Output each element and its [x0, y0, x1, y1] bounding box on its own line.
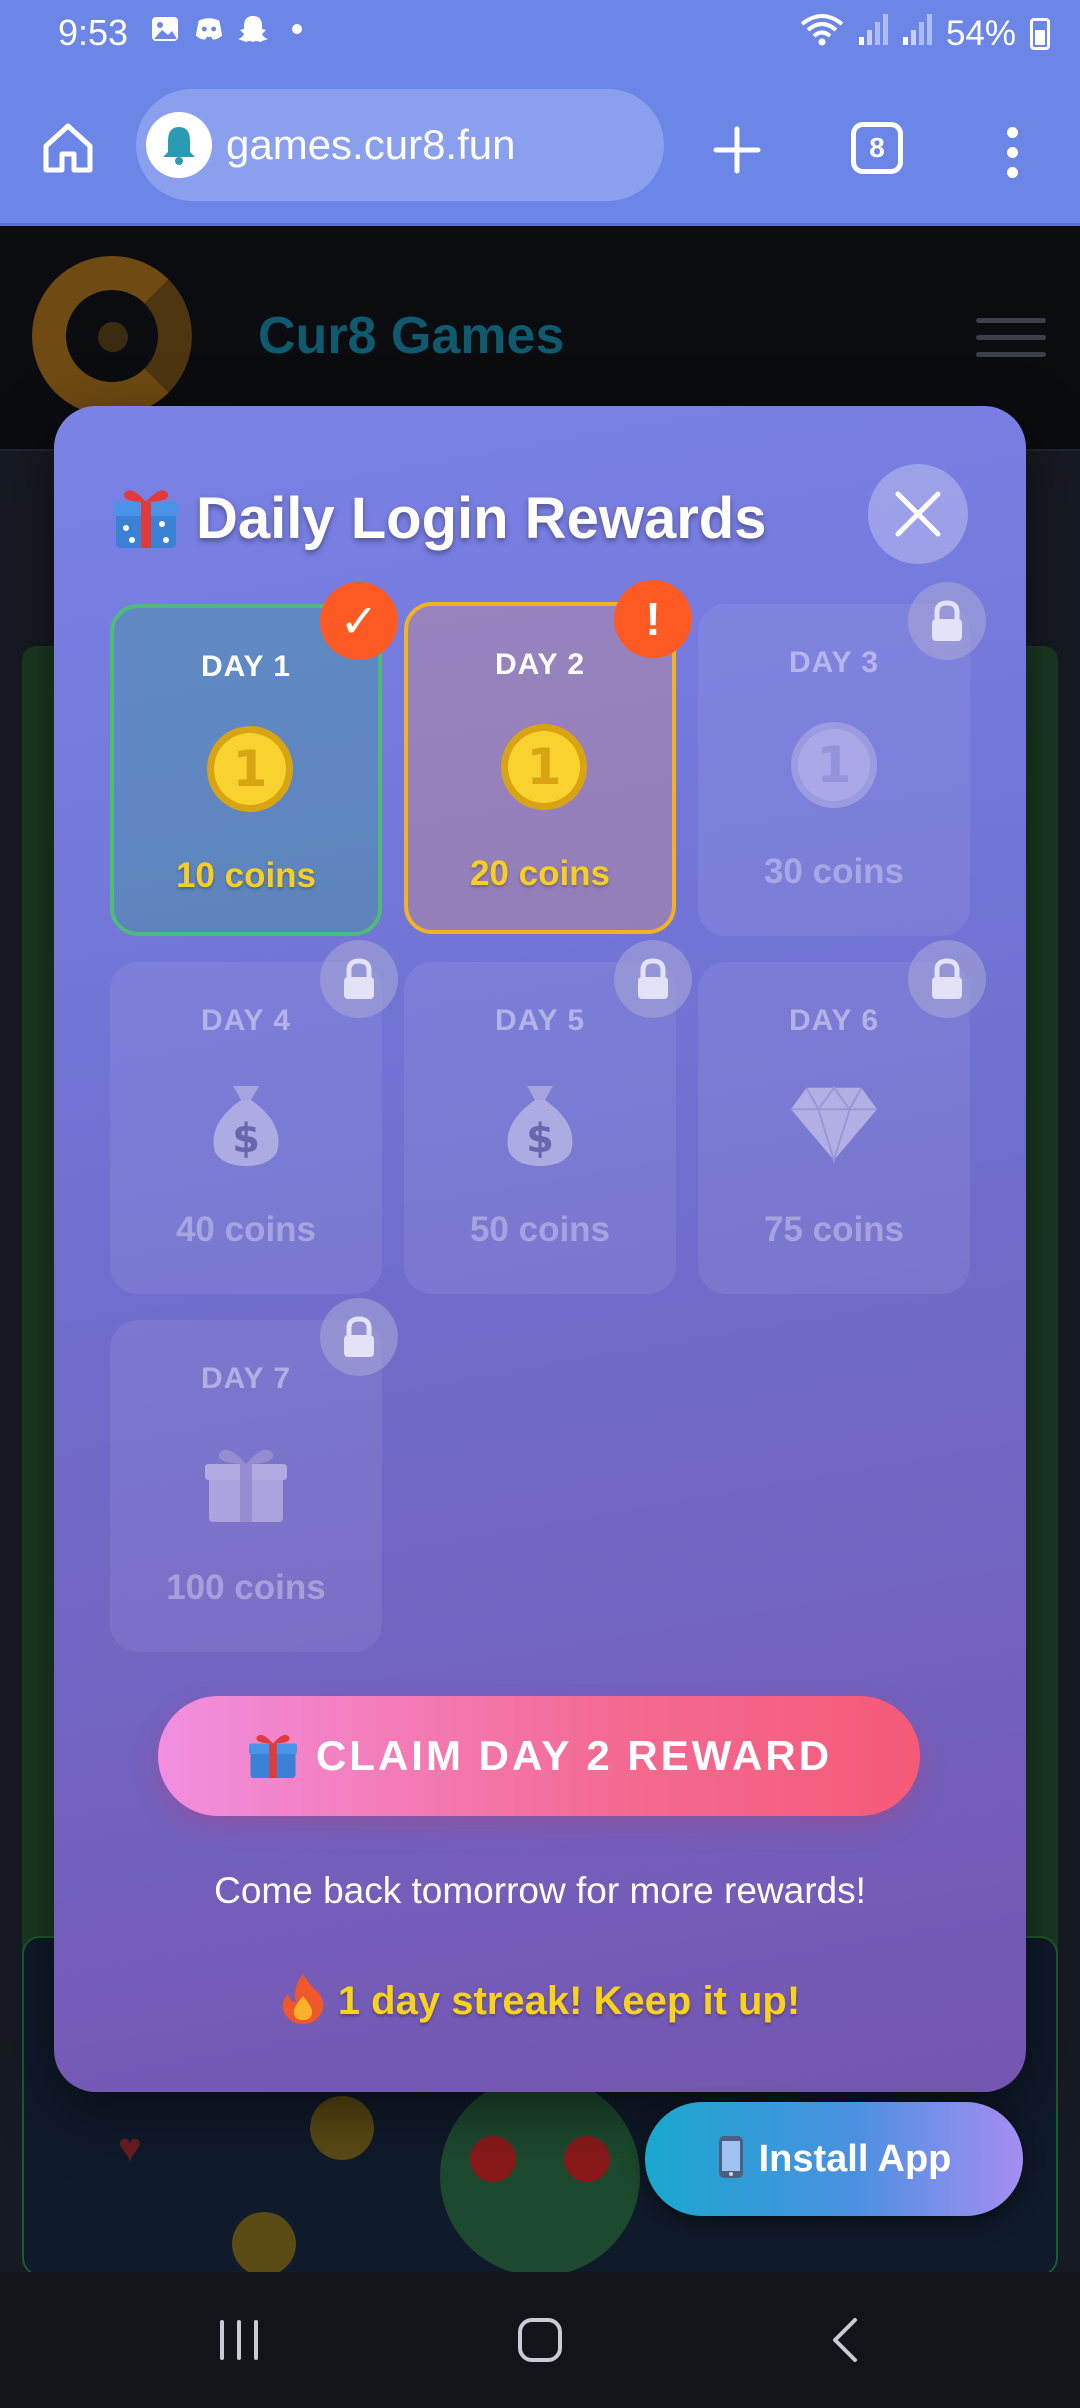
money-bag-icon: $ [495, 1078, 585, 1168]
wifi-icon [800, 12, 844, 55]
hamburger-menu-icon [976, 318, 1046, 357]
svg-text:1: 1 [233, 740, 268, 798]
day-label: DAY 1 [200, 650, 292, 683]
robot-eyes [470, 2136, 610, 2182]
address-bar[interactable]: games.cur8.fun [136, 89, 664, 201]
new-tab-button[interactable] [705, 118, 769, 182]
lock-icon [908, 940, 986, 1018]
home-nav-button[interactable] [505, 2310, 575, 2370]
svg-text:1: 1 [527, 738, 562, 796]
day-amount: 10 coins [175, 856, 317, 895]
come-back-message: Come back tomorrow for more rewards! [214, 1870, 866, 1911]
modal-title-text: Daily Login Rewards [196, 485, 767, 551]
bell-icon[interactable] [146, 112, 212, 178]
signal-icon [858, 13, 888, 54]
streak-message: 1 day streak! Keep it up! [54, 1972, 1026, 2031]
lock-icon [614, 940, 692, 1018]
day-amount: 30 coins [763, 852, 905, 891]
alert-icon: ! [614, 580, 692, 658]
coin-icon: 1 [205, 724, 295, 814]
fire-icon [280, 1972, 326, 2031]
status-time: 9:53 [58, 12, 129, 53]
modal-title: Daily Login Rewards [110, 478, 766, 558]
home-icon [43, 123, 93, 173]
claim-reward-button[interactable]: CLAIM DAY 2 REWARD [158, 1696, 920, 1816]
home-outline-icon [518, 2318, 562, 2362]
coin-icon: 1 [789, 720, 879, 810]
browser-toolbar: games.cur8.fun 8 [0, 68, 1080, 226]
close-icon [895, 491, 941, 537]
streak-text: 1 day streak! Keep it up! [337, 1979, 801, 2023]
close-button[interactable] [868, 464, 968, 564]
site-logo [32, 256, 192, 416]
daily-rewards-modal: Daily Login Rewards DAY 1 1 10 coins ✓ D… [54, 406, 1026, 2092]
svg-text:$: $ [526, 1116, 554, 1162]
battery-icon [1030, 17, 1050, 50]
recents-icon [220, 2320, 258, 2360]
lock-icon [320, 940, 398, 1018]
back-icon [833, 2318, 857, 2362]
install-app-button[interactable]: Install App [645, 2102, 1023, 2216]
notification-icons [150, 14, 312, 44]
day-amount: 50 coins [469, 1210, 611, 1249]
url-text: games.cur8.fun [226, 121, 516, 168]
claim-button-label: CLAIM DAY 2 REWARD [315, 1732, 833, 1779]
plus-icon [713, 126, 761, 174]
install-app-label: Install App [758, 2137, 952, 2180]
more-menu-button[interactable] [994, 112, 1030, 192]
signal-icon [902, 13, 932, 54]
phone-icon [717, 2134, 745, 2185]
money-bag-icon: $ [201, 1078, 291, 1168]
check-icon: ✓ [320, 582, 398, 660]
lock-icon [908, 582, 986, 660]
tab-switcher-button[interactable]: 8 [851, 122, 903, 174]
day-amount: 100 coins [166, 1568, 326, 1607]
site-name: Cur8 Games [258, 307, 565, 365]
recent-apps-button[interactable] [204, 2310, 274, 2370]
svg-text:$: $ [232, 1116, 260, 1162]
day-label: DAY 2 [494, 648, 586, 681]
status-right: 54% [800, 12, 1050, 55]
gift-icon [110, 480, 182, 557]
battery-percent: 54% [945, 13, 1016, 53]
system-nav-bar [0, 2272, 1080, 2408]
snapchat-icon [238, 14, 268, 44]
status-bar: 9:53 54% [0, 0, 1080, 68]
lock-icon [320, 1298, 398, 1376]
back-button[interactable] [810, 2310, 880, 2370]
day-amount: 40 coins [175, 1210, 317, 1249]
day-amount: 20 coins [469, 854, 611, 893]
heart-icon: ♥ [118, 2126, 142, 2170]
coin-icon [310, 2096, 374, 2160]
coin-icon: 1 [499, 722, 589, 812]
coin-icon [232, 2212, 296, 2272]
gift-icon [201, 1436, 291, 1526]
diamond-icon [789, 1078, 879, 1168]
day-amount: 75 coins [763, 1210, 905, 1249]
discord-icon [194, 14, 224, 44]
dot-icon [282, 14, 312, 44]
gift-icon [246, 1727, 300, 1786]
svg-text:1: 1 [817, 736, 852, 794]
gallery-icon [150, 14, 180, 44]
home-button[interactable] [36, 116, 100, 180]
